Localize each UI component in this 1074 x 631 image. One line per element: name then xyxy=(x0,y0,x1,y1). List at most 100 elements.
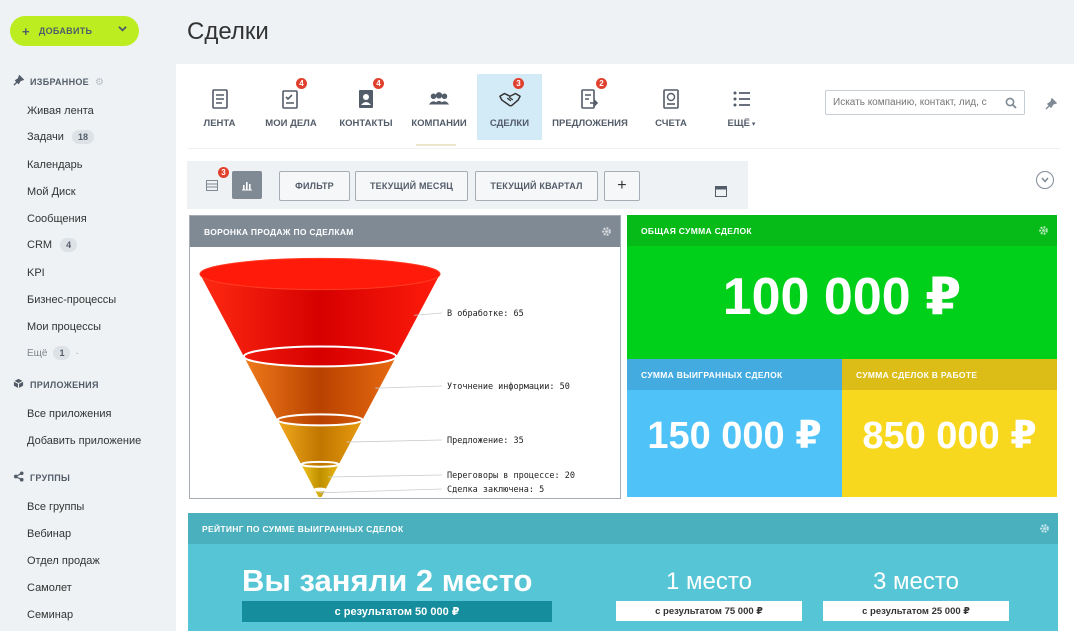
caret-down-icon: ▾ xyxy=(751,121,756,128)
tab-quotes[interactable]: 2 ПРЕДЛОЖЕНИЯ xyxy=(542,74,638,140)
total-deals-title: ОБЩАЯ СУММА СДЕЛОК xyxy=(641,225,752,236)
in-progress-deals-widget: СУММА СДЕЛОК В РАБОТЕ 850 000 ₽ xyxy=(842,359,1057,497)
gear-icon[interactable]: ⚙ xyxy=(95,77,104,88)
funnel-leader-line xyxy=(375,385,443,389)
funnel-stage-rim xyxy=(313,487,327,492)
in-progress-deals-header: СУММА СДЕЛОК В РАБОТЕ xyxy=(842,359,1057,390)
apps-section-title[interactable]: ПРИЛОЖЕНИЯ xyxy=(12,378,99,392)
sidebar-item-label: Бизнес-процессы xyxy=(27,294,117,306)
divider xyxy=(188,148,1060,149)
sidebar-item-label: Задачи xyxy=(27,131,64,143)
checklist-icon xyxy=(280,88,302,110)
sidebar-item-webinar[interactable]: Вебинар xyxy=(27,528,71,540)
tab-underline xyxy=(416,144,456,146)
main-panel: ЛЕНТА 4 МОИ ДЕЛА 4 КОНТАКТЫ КОМПАНИИ 3 С… xyxy=(176,64,1074,631)
count-badge: 4 xyxy=(60,238,78,252)
feed-icon xyxy=(209,88,231,110)
tab-more[interactable]: ЕЩЁ ▾ xyxy=(704,74,779,140)
chevron-down-icon: · xyxy=(75,347,79,359)
sidebar-item-add-app[interactable]: Добавить приложение xyxy=(27,435,141,447)
total-deals-widget: ОБЩАЯ СУММА СДЕЛОК 100 000 ₽ xyxy=(627,215,1057,359)
funnel-stage-3 xyxy=(277,419,363,467)
list-view-icon xyxy=(206,179,218,191)
sidebar-item-tasks[interactable]: Задачи 18 xyxy=(27,130,94,144)
list-view-badge: 3 xyxy=(218,167,229,178)
chart-view-button[interactable] xyxy=(232,171,262,199)
sidebar-item-feed[interactable]: Живая лента xyxy=(27,105,94,117)
sidebar-item-label: Живая лента xyxy=(27,105,94,117)
funnel-label: Переговоры в процессе: 20 xyxy=(447,471,575,481)
filter-button[interactable]: ФИЛЬТР xyxy=(279,171,350,201)
sidebar-more[interactable]: Ещё 1 · xyxy=(27,346,79,360)
funnel-widget: ВОРОНКА ПРОДАЖ ПО СДЕЛКАМ В обработке: 6… xyxy=(189,215,621,499)
tab-label: СДЕЛКИ xyxy=(489,118,530,129)
tab-badge: 2 xyxy=(596,78,607,89)
tab-my-activities[interactable]: 4 МОИ ДЕЛА xyxy=(251,74,331,140)
tab-badge: 4 xyxy=(373,78,384,89)
tab-feed[interactable]: ЛЕНТА xyxy=(188,74,251,140)
sidebar-item-messages[interactable]: Сообщения xyxy=(27,213,87,225)
pin-icon xyxy=(12,74,24,89)
sidebar-item-crm[interactable]: CRM 4 xyxy=(27,238,78,252)
count-badge: 18 xyxy=(71,130,94,144)
pin-icon[interactable] xyxy=(1045,97,1058,110)
list-icon xyxy=(731,88,753,110)
search-icon[interactable] xyxy=(1005,96,1017,109)
current-quarter-button[interactable]: ТЕКУЩИЙ КВАРТАЛ xyxy=(475,171,598,201)
tab-label: ЛЕНТА xyxy=(203,118,236,129)
sidebar-item-kpi[interactable]: KPI xyxy=(27,267,45,279)
funnel-label: В обработке: 65 xyxy=(447,308,524,319)
funnel-label: Предложение: 35 xyxy=(447,436,524,446)
sidebar-item-label: Вебинар xyxy=(27,528,72,540)
funnel-leader-line xyxy=(328,474,443,478)
sidebar-item-label: Добавить приложение xyxy=(27,435,142,447)
won-deals-title: СУММА ВЫИГРАННЫХ СДЕЛОК xyxy=(641,369,783,380)
current-month-button[interactable]: ТЕКУЩИЙ МЕСЯЦ xyxy=(355,171,468,201)
funnel-label: Сделка заключена: 5 xyxy=(447,485,544,495)
gear-icon[interactable] xyxy=(601,226,612,237)
search-input[interactable] xyxy=(825,90,1025,115)
favorites-section-title[interactable]: ИЗБРАННОЕ ⚙ xyxy=(12,74,104,89)
gear-icon[interactable] xyxy=(1038,225,1049,236)
chevron-down-circle-icon[interactable] xyxy=(1036,171,1054,189)
sidebar-item-business-processes[interactable]: Бизнес-процессы xyxy=(27,294,116,306)
page-title: Сделки xyxy=(187,18,269,45)
window-icon[interactable] xyxy=(715,184,727,197)
total-deals-header: ОБЩАЯ СУММА СДЕЛОК xyxy=(627,215,1057,246)
funnel-stage-rim xyxy=(199,257,441,291)
tab-label: ПРЕДЛОЖЕНИЯ xyxy=(552,118,628,129)
groups-section-title[interactable]: ГРУППЫ xyxy=(12,471,70,485)
tab-deals[interactable]: 3 СДЕЛКИ xyxy=(477,74,542,140)
funnel-chart: В обработке: 65 Уточнение информации: 50 П… xyxy=(199,257,575,497)
sidebar-item-label: CRM xyxy=(27,239,53,251)
tab-companies[interactable]: КОМПАНИИ xyxy=(401,74,477,140)
sidebar-item-airplane[interactable]: Самолет xyxy=(27,582,72,594)
my-place-result: с результатом 50 000 ₽ xyxy=(242,601,552,622)
sidebar-item-label: Сообщения xyxy=(27,213,87,225)
tab-label: МОИ ДЕЛА xyxy=(265,118,317,129)
sidebar-item-my-processes[interactable]: Мои процессы xyxy=(27,321,101,333)
document-arrow-icon xyxy=(579,88,601,110)
sidebar-item-label: Календарь xyxy=(27,159,83,171)
tab-contacts[interactable]: 4 КОНТАКТЫ xyxy=(331,74,401,140)
apps-title: ПРИЛОЖЕНИЯ xyxy=(30,380,99,390)
sidebar-item-label: Мой Диск xyxy=(27,186,76,198)
add-button[interactable]: + ДОБАВИТЬ xyxy=(10,16,139,46)
tab-badge: 3 xyxy=(513,78,524,89)
third-place-result: с результатом 25 000 ₽ xyxy=(823,601,1009,621)
tab-invoices[interactable]: СЧЕТА xyxy=(638,74,704,140)
sidebar-item-calendar[interactable]: Календарь xyxy=(27,159,83,171)
gear-icon[interactable] xyxy=(1039,523,1050,534)
people-group-icon xyxy=(428,88,450,110)
rating-widget-title: РЕЙТИНГ ПО СУММЕ ВЫИГРАННЫХ СДЕЛОК xyxy=(202,523,404,534)
sidebar-item-all-groups[interactable]: Все группы xyxy=(27,501,84,513)
add-filter-button[interactable]: + xyxy=(604,171,640,201)
sidebar-item-disk[interactable]: Мой Диск xyxy=(27,186,76,198)
invoice-icon xyxy=(660,88,682,110)
sidebar-item-seminar[interactable]: Семинар xyxy=(27,609,73,621)
funnel-widget-header: ВОРОНКА ПРОДАЖ ПО СДЕЛКАМ xyxy=(190,216,620,247)
groups-title: ГРУППЫ xyxy=(30,473,71,483)
filter-bar: 3 ФИЛЬТР ТЕКУЩИЙ МЕСЯЦ ТЕКУЩИЙ КВАРТАЛ + xyxy=(187,161,748,209)
sidebar-item-sales-dept[interactable]: Отдел продаж xyxy=(27,555,100,567)
sidebar-item-all-apps[interactable]: Все приложения xyxy=(27,408,111,420)
